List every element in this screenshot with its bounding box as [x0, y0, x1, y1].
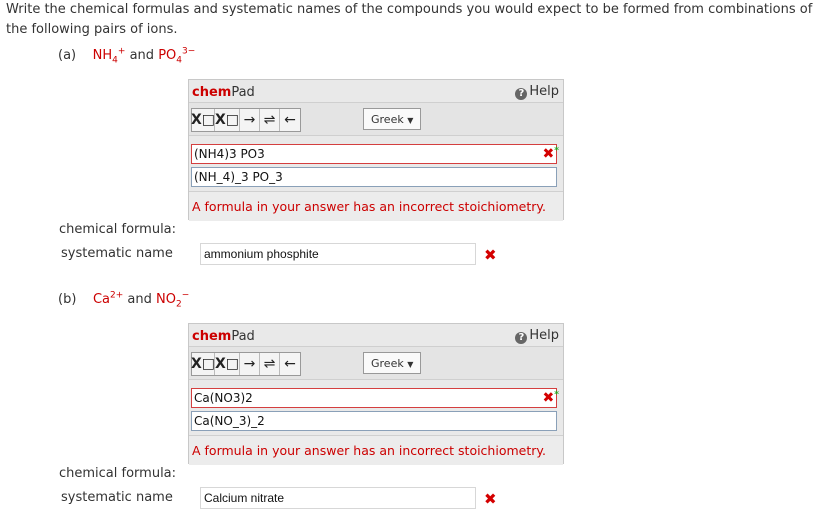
part-b-header: (b) Ca2+ and NO2−: [58, 290, 190, 310]
arrow-button[interactable]: →: [240, 109, 260, 131]
arrow-button[interactable]: →: [240, 353, 260, 375]
back-arrow-button[interactable]: ←: [280, 109, 300, 131]
help-button[interactable]: ? Help: [515, 328, 559, 344]
part-label: (a): [58, 48, 77, 63]
and-text: and: [129, 48, 155, 63]
and-text: and: [127, 292, 152, 307]
help-icon: ?: [515, 88, 528, 100]
incorrect-icon: ✖*: [542, 390, 559, 406]
greek-dropdown[interactable]: Greek ▼: [363, 108, 421, 130]
equilibrium-button[interactable]: ⇌: [260, 109, 280, 131]
chempad-title: chemPad: [192, 85, 255, 100]
systematic-name-input[interactable]: Calcium nitrate: [200, 487, 476, 509]
chemical-formula-label: chemical formula:: [59, 222, 177, 237]
incorrect-icon: ✖: [484, 490, 497, 508]
greek-dropdown[interactable]: Greek ▼: [363, 352, 421, 374]
superscript-button[interactable]: X□: [215, 109, 240, 131]
part-a-header: (a) NH4+ and PO43−: [58, 46, 196, 66]
chempad-b: chemPad ? Help X□ X□ → ⇌ ← Greek ▼ Ca(NO3…: [188, 323, 564, 465]
systematic-name-input[interactable]: ammonium phosphite: [200, 243, 476, 265]
chempad-a: chemPad ? Help X□ X□ → ⇌ ← Greek ▼ (NH4)3…: [188, 79, 564, 221]
chempad-rendered-formula[interactable]: Ca(NO3)2: [191, 388, 557, 408]
caret-down-icon: ▼: [407, 360, 414, 369]
error-message: A formula in your answer has an incorrec…: [189, 191, 563, 221]
chempad-title: chemPad: [192, 329, 255, 344]
error-message: A formula in your answer has an incorrec…: [189, 435, 563, 465]
part-label: (b): [58, 292, 77, 307]
superscript-button[interactable]: X□: [215, 353, 240, 375]
ion-1: NH4+: [92, 46, 126, 66]
caret-down-icon: ▼: [407, 116, 414, 125]
ion-2: PO43−: [158, 46, 196, 66]
systematic-name-label: systematic name: [61, 246, 173, 261]
incorrect-icon: ✖*: [542, 146, 559, 162]
chempad-raw-input[interactable]: Ca(NO_3)_2: [191, 411, 557, 431]
toolbar-group: X□ X□ → ⇌ ←: [191, 108, 301, 132]
chempad-toolbar: X□ X□ → ⇌ ← Greek ▼: [189, 346, 563, 380]
help-button[interactable]: ? Help: [515, 84, 559, 100]
toolbar-group: X□ X□ → ⇌ ←: [191, 352, 301, 376]
chempad-toolbar: X□ X□ → ⇌ ← Greek ▼: [189, 102, 563, 136]
incorrect-icon: ✖: [484, 246, 497, 264]
ion-1: Ca2+: [92, 290, 124, 307]
chempad-rendered-formula[interactable]: (NH4)3 PO3: [191, 144, 557, 164]
subscript-button[interactable]: X□: [191, 109, 215, 131]
subscript-button[interactable]: X□: [191, 353, 215, 375]
systematic-name-label: systematic name: [61, 490, 173, 505]
chemical-formula-label: chemical formula:: [59, 466, 177, 481]
back-arrow-button[interactable]: ←: [280, 353, 300, 375]
equilibrium-button[interactable]: ⇌: [260, 353, 280, 375]
ion-2: NO2−: [156, 290, 190, 310]
help-icon: ?: [515, 332, 528, 344]
chempad-raw-input[interactable]: (NH_4)_3 PO_3: [191, 167, 557, 187]
question-intro: Write the chemical formulas and systemat…: [6, 2, 813, 37]
